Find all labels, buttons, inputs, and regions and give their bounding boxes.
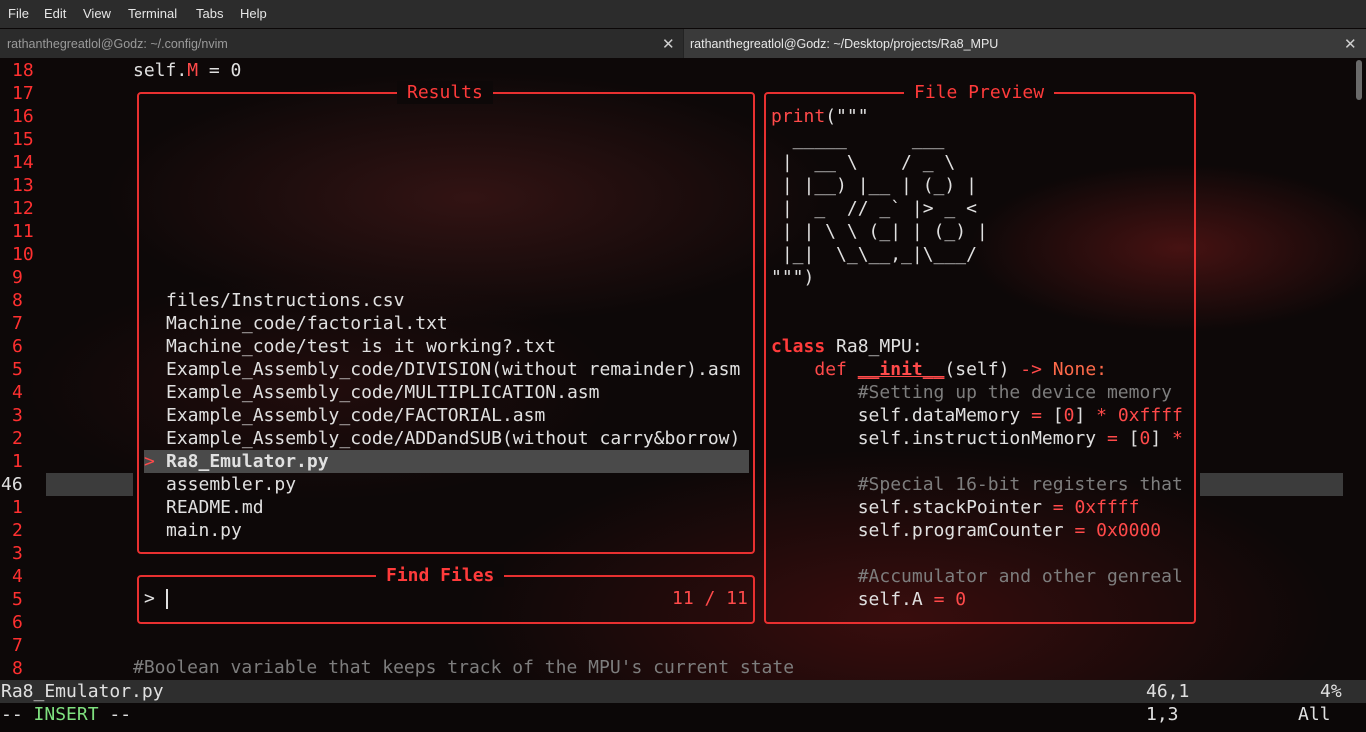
line-number: 1 <box>12 451 23 472</box>
preview-line: | _ // _` |> _ < <box>771 198 988 219</box>
terminal-area[interactable]: 18 17 16 15 14 13 12 11 10 9 8 7 6 5 4 3 2 1 46 1 2 3 4 5 6 7 8 se… <box>0 58 1366 732</box>
preview-line: self.A = 0 <box>771 589 967 610</box>
preview-line: self.programCounter = 0x0000 <box>771 520 1162 541</box>
result-item[interactable]: Machine_code/factorial.txt <box>166 312 448 335</box>
find-prompt: > <box>144 588 155 609</box>
preview-line: |_| \_\__,_|\___/ <box>771 244 988 265</box>
status-position: 46,1 <box>1146 681 1190 702</box>
line-number: 13 <box>12 175 34 196</box>
preview-line: self.dataMemory = [0] * 0xffff <box>771 405 1183 426</box>
menu-edit[interactable]: Edit <box>44 6 66 21</box>
preview-line: class Ra8_MPU: <box>771 336 923 357</box>
line-number: 17 <box>12 83 34 104</box>
preview-line: self.instructionMemory = [0] * <box>771 428 1183 449</box>
result-item[interactable]: Example_Assembly_code/FACTORIAL.asm <box>166 404 545 427</box>
line-number: 8 <box>12 658 23 679</box>
line-number: 7 <box>12 313 23 334</box>
mode-indicator: -- INSERT -- <box>1 704 132 725</box>
result-item[interactable]: Example_Assembly_code/DIVISION(without r… <box>166 358 740 381</box>
result-item[interactable]: README.md <box>166 496 264 519</box>
tab-title: rathanthegreatlol@Godz: ~/.config/nvim <box>7 37 228 51</box>
line-number: 46 <box>1 474 23 495</box>
result-item[interactable]: Machine_code/test is it working?.txt <box>166 335 556 358</box>
line-number: 7 <box>12 635 23 656</box>
line-number: 18 <box>12 60 34 81</box>
code-line-top: self.M = 0 <box>133 60 242 81</box>
line-number: 2 <box>12 428 23 449</box>
result-count: 11 / 11 <box>672 588 748 609</box>
preview-line: | | \ \ (_| | (_) | <box>771 221 988 242</box>
code-line-bottom-comment: #Boolean variable that keeps track of th… <box>133 657 795 678</box>
result-item[interactable]: assembler.py <box>166 473 296 496</box>
scrollbar[interactable] <box>1354 58 1364 678</box>
menu-bar: File Edit View Terminal Tabs Help <box>0 0 1366 28</box>
menu-file[interactable]: File <box>8 6 29 21</box>
tab-nvim-config[interactable]: rathanthegreatlol@Godz: ~/.config/nvim ✕ <box>0 29 683 58</box>
close-icon[interactable]: ✕ <box>1344 35 1357 53</box>
preview-line: _____ ___ <box>771 129 967 150</box>
line-number: 5 <box>12 359 23 380</box>
result-item[interactable]: Example_Assembly_code/ADDandSUB(without … <box>166 427 740 450</box>
tab-bar: rathanthegreatlol@Godz: ~/.config/nvim ✕… <box>0 29 1366 58</box>
status-filename: Ra8_Emulator.py <box>1 681 164 702</box>
line-number: 9 <box>12 267 23 288</box>
line-number: 12 <box>12 198 34 219</box>
find-files-input[interactable] <box>160 585 660 610</box>
preview-line: #Setting up the device memory <box>771 382 1172 403</box>
tab-ra8-mpu[interactable]: rathanthegreatlol@Godz: ~/Desktop/projec… <box>684 29 1366 58</box>
line-number: 15 <box>12 129 34 150</box>
tab-title: rathanthegreatlol@Godz: ~/Desktop/projec… <box>690 37 999 51</box>
cursorline <box>46 473 133 496</box>
cursorline <box>1200 473 1343 496</box>
result-item[interactable]: main.py <box>166 519 242 542</box>
results-title: Results <box>397 81 493 104</box>
result-item[interactable]: files/Instructions.csv <box>166 289 404 312</box>
scrollbar-thumb[interactable] <box>1356 60 1362 100</box>
line-number: 6 <box>12 336 23 357</box>
line-number: 6 <box>12 612 23 633</box>
preview-line: #Special 16-bit registers that <box>771 474 1183 495</box>
line-number: 3 <box>12 543 23 564</box>
preview-line: self.stackPointer = 0xffff <box>771 497 1140 518</box>
line-number: 4 <box>12 382 23 403</box>
preview-line: print(""" <box>771 106 869 127</box>
line-number: 3 <box>12 405 23 426</box>
file-preview-title: File Preview <box>904 81 1055 104</box>
menu-tabs[interactable]: Tabs <box>196 6 223 21</box>
status-percent: 4% <box>1320 681 1342 702</box>
cursor-position: 1,3 <box>1146 704 1179 725</box>
line-number: 11 <box>12 221 34 242</box>
line-number: 5 <box>12 589 23 610</box>
line-number: 16 <box>12 106 34 127</box>
preview-line: #Accumulator and other genreal <box>771 566 1183 587</box>
preview-line: """) <box>771 267 815 288</box>
line-number: 2 <box>12 520 23 541</box>
menu-help[interactable]: Help <box>240 6 267 21</box>
find-files-title: Find Files <box>376 564 505 587</box>
menu-terminal[interactable]: Terminal <box>128 6 177 21</box>
preview-line: | __ \ / _ \ <box>771 152 967 173</box>
line-number: 14 <box>12 152 34 173</box>
scroll-position: All <box>1298 704 1331 725</box>
selection-marker: > <box>144 451 155 472</box>
result-item[interactable]: Ra8_Emulator.py <box>166 450 329 473</box>
line-number: 8 <box>12 290 23 311</box>
preview-line: | |__) |__ | (_) | <box>771 175 977 196</box>
close-icon[interactable]: ✕ <box>662 35 675 53</box>
line-number: 4 <box>12 566 23 587</box>
preview-line: def __init__(self) -> None: <box>814 359 1107 380</box>
result-item[interactable]: Example_Assembly_code/MULTIPLICATION.asm <box>166 381 599 404</box>
line-number: 10 <box>12 244 34 265</box>
line-number: 1 <box>12 497 23 518</box>
menu-view[interactable]: View <box>83 6 111 21</box>
